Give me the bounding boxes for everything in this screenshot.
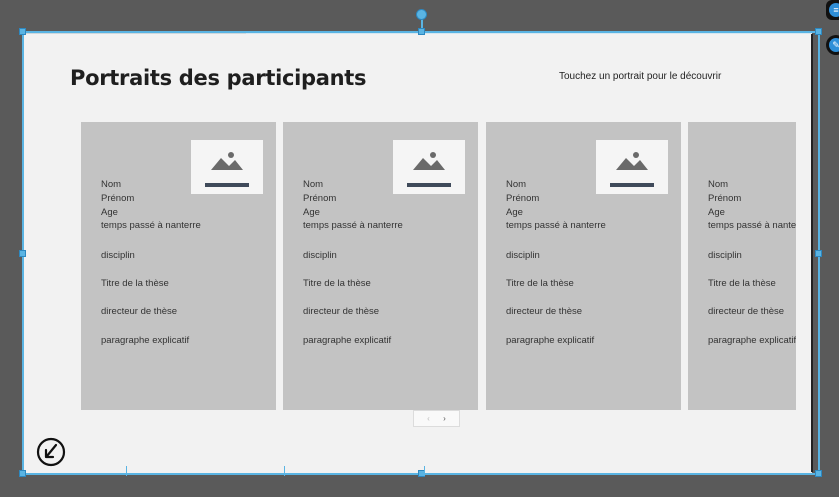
- guide-tick: [424, 466, 425, 476]
- portrait-card[interactable]: Nom Prénom Age temps passé à nanterre di…: [81, 122, 276, 410]
- page-title: Portraits des participants: [70, 66, 367, 90]
- field-prenom: Prénom: [506, 193, 540, 204]
- side-settings-button[interactable]: ≡: [826, 0, 839, 20]
- portrait-card[interactable]: Nom Prénom Age temps passé à nanterre di…: [688, 122, 796, 410]
- field-paragraphe: paragraphe explicatif: [506, 335, 595, 346]
- resize-handle-top-left[interactable]: [19, 28, 26, 35]
- portrait-carousel[interactable]: Nom Prénom Age temps passé à nanterre di…: [81, 122, 796, 410]
- field-prenom: Prénom: [101, 193, 135, 204]
- field-paragraphe: paragraphe explicatif: [708, 335, 796, 346]
- field-titre-these: Titre de la thèse: [708, 278, 776, 289]
- resize-handle-bottom-right[interactable]: [815, 470, 822, 477]
- field-temps: temps passé à nanterre: [708, 220, 796, 231]
- field-discipline: disciplin: [303, 250, 337, 261]
- settings-icon: ≡: [829, 3, 839, 17]
- field-nom: Nom: [506, 179, 527, 190]
- field-titre-these: Titre de la thèse: [506, 278, 574, 289]
- image-placeholder-icon: [411, 148, 447, 172]
- field-discipline: disciplin: [708, 250, 742, 261]
- field-temps: temps passé à nanterre: [303, 220, 403, 231]
- thumbnail-caption-bar: [205, 183, 249, 187]
- guide-tick: [284, 466, 285, 476]
- field-temps: temps passé à nanterre: [101, 220, 201, 231]
- image-placeholder-icon: [209, 148, 245, 172]
- field-paragraphe: paragraphe explicatif: [101, 335, 190, 346]
- field-directeur: directeur de thèse: [303, 306, 380, 317]
- pager-next-button[interactable]: ›: [437, 411, 453, 426]
- canvas-right-border: [811, 34, 813, 472]
- portrait-thumbnail[interactable]: [596, 140, 668, 194]
- rotation-handle[interactable]: [416, 9, 427, 20]
- portrait-card[interactable]: Nom Prénom Age temps passé à nanterre di…: [486, 122, 681, 410]
- field-age: Age: [303, 207, 320, 218]
- portrait-thumbnail[interactable]: [393, 140, 465, 194]
- image-placeholder-icon: [614, 148, 650, 172]
- field-nom: Nom: [101, 179, 122, 190]
- field-discipline: disciplin: [506, 250, 540, 261]
- carousel-pager: ‹ ›: [413, 410, 460, 427]
- field-age: Age: [101, 207, 118, 218]
- field-nom: Nom: [303, 179, 324, 190]
- resize-handle-top-center[interactable]: [418, 28, 425, 35]
- field-nom: Nom: [708, 179, 729, 190]
- portrait-card[interactable]: Nom Prénom Age temps passé à nanterre di…: [283, 122, 478, 410]
- field-titre-these: Titre de la thèse: [303, 278, 371, 289]
- guide-tick: [126, 466, 127, 476]
- resize-handle-top-right[interactable]: [815, 28, 822, 35]
- field-directeur: directeur de thèse: [101, 306, 178, 317]
- field-age: Age: [708, 207, 725, 218]
- field-titre-these: Titre de la thèse: [101, 278, 169, 289]
- field-paragraphe: paragraphe explicatif: [303, 335, 392, 346]
- field-prenom: Prénom: [303, 193, 337, 204]
- thumbnail-caption-bar: [407, 183, 451, 187]
- pager-prev-button[interactable]: ‹: [421, 411, 437, 426]
- resize-handle-middle-left[interactable]: [19, 250, 26, 257]
- resize-handle-bottom-left[interactable]: [19, 470, 26, 477]
- thumbnail-caption-bar: [610, 183, 654, 187]
- resize-handle-middle-right[interactable]: [815, 250, 822, 257]
- pin-icon: ✎: [829, 38, 839, 52]
- arrow-down-left-circle-icon[interactable]: [35, 436, 67, 468]
- field-discipline: disciplin: [101, 250, 135, 261]
- instruction-text: Touchez un portrait pour le découvrir: [559, 71, 722, 82]
- field-age: Age: [506, 207, 523, 218]
- field-directeur: directeur de thèse: [708, 306, 785, 317]
- field-prenom: Prénom: [708, 193, 742, 204]
- field-directeur: directeur de thèse: [506, 306, 583, 317]
- field-temps: temps passé à nanterre: [506, 220, 606, 231]
- side-pin-button[interactable]: ✎: [826, 35, 839, 55]
- portrait-thumbnail[interactable]: [191, 140, 263, 194]
